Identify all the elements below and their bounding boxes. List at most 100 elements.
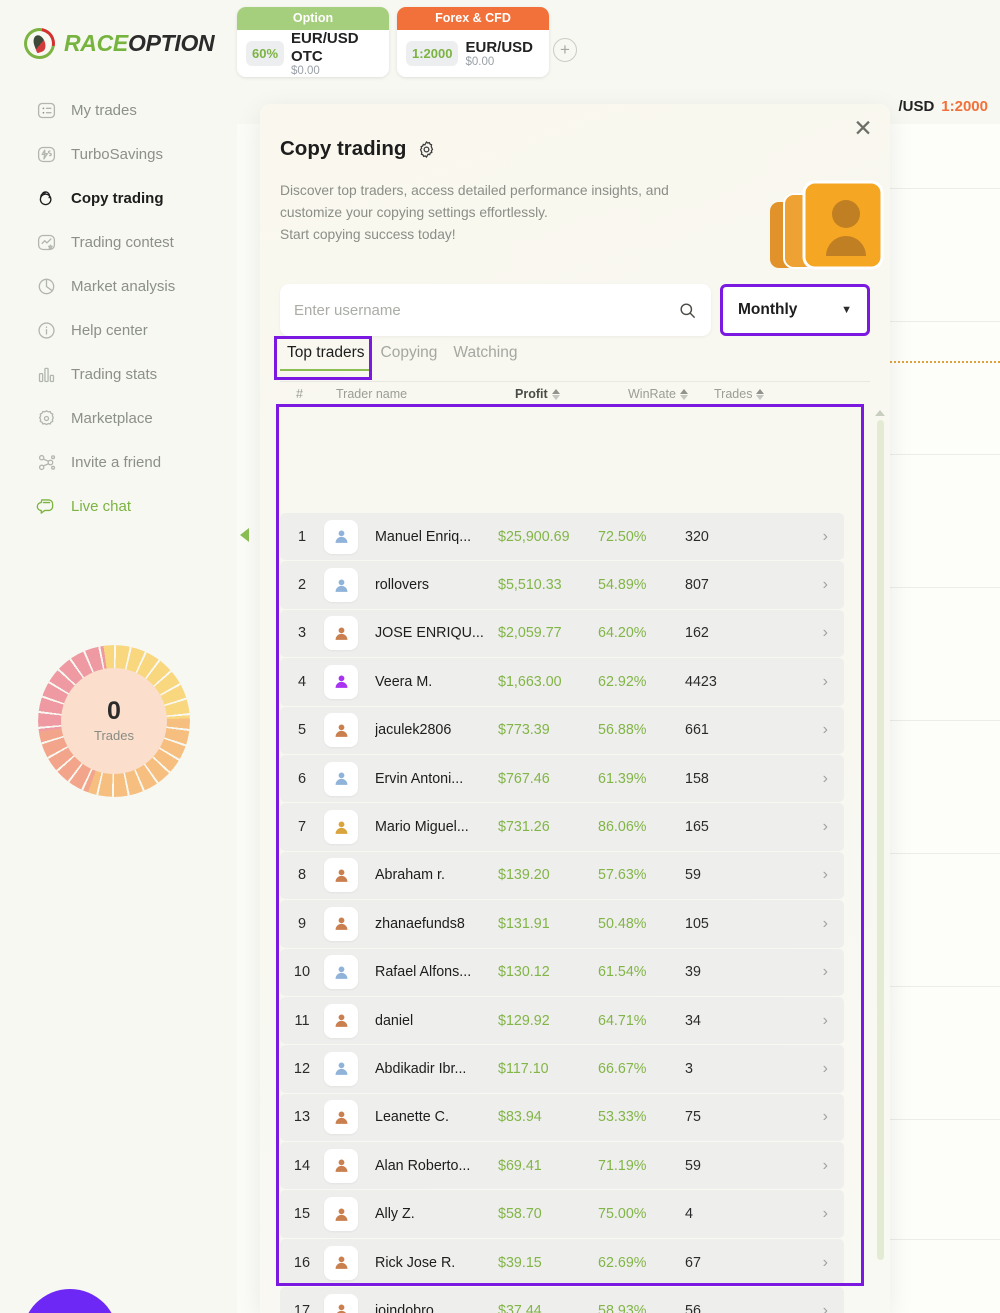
sidebar-item-turbosavings[interactable]: TurboSavings bbox=[0, 132, 237, 176]
table-row[interactable]: 11 daniel $129.92 64.71% 34 › bbox=[280, 996, 844, 1045]
scrollbar-up-arrow[interactable] bbox=[875, 410, 885, 416]
brand-name-dark: OPTION bbox=[127, 30, 215, 56]
column-header-trades[interactable]: Trades bbox=[714, 387, 765, 401]
row-winrate: 57.63% bbox=[598, 867, 647, 884]
trades-count-value: 0 bbox=[107, 697, 121, 725]
row-winrate: 62.92% bbox=[598, 673, 647, 690]
row-rank: 10 bbox=[293, 964, 311, 981]
tab-watching[interactable]: Watching bbox=[446, 344, 524, 369]
table-row[interactable]: 13 Leanette C. $83.94 53.33% 75 › bbox=[280, 1093, 844, 1142]
sidebar-item-copy-trading[interactable]: Copy trading bbox=[0, 176, 237, 220]
asset-tab-option-caption: Option bbox=[237, 7, 389, 30]
table-row[interactable]: 14 Alan Roberto... $69.41 71.19% 59 › bbox=[280, 1142, 844, 1190]
chevron-right-icon[interactable]: › bbox=[823, 673, 828, 691]
sidebar-item-marketplace[interactable]: Marketplace bbox=[0, 396, 237, 440]
top-traders-tab-highlight bbox=[274, 336, 372, 380]
table-row[interactable]: 12 Abdikadir Ibr... $117.10 66.67% 3 › bbox=[280, 1045, 844, 1093]
chevron-right-icon[interactable]: › bbox=[823, 818, 828, 836]
row-trades: 75 bbox=[685, 1109, 701, 1126]
chevron-right-icon[interactable]: › bbox=[823, 1205, 828, 1223]
trading-contest-icon bbox=[36, 232, 57, 253]
sidebar-item-live-chat[interactable]: Live chat bbox=[0, 484, 237, 528]
period-filter-value: Monthly bbox=[738, 301, 798, 318]
row-trader-name: Rafael Alfons... bbox=[375, 964, 472, 981]
chevron-down-icon: ▼ bbox=[841, 304, 852, 316]
chevron-right-icon[interactable]: › bbox=[823, 915, 828, 933]
sidebar-item-trading-stats[interactable]: Trading stats bbox=[0, 352, 237, 396]
row-trader-name: Ervin Antoni... bbox=[375, 770, 464, 787]
sort-icon[interactable] bbox=[756, 388, 765, 400]
row-rank: 1 bbox=[297, 528, 307, 545]
row-profit: $25,900.69 bbox=[498, 528, 570, 545]
column-header-profit[interactable]: Profit bbox=[515, 387, 560, 401]
column-header-winrate[interactable]: WinRate bbox=[628, 387, 688, 401]
panel-collapse-handle[interactable] bbox=[240, 528, 249, 542]
partner-badge-icon[interactable] bbox=[22, 1289, 118, 1313]
table-row[interactable]: 2 rollovers $5,510.33 54.89% 807 › bbox=[280, 561, 844, 609]
search-input[interactable] bbox=[294, 301, 678, 319]
chevron-right-icon[interactable]: › bbox=[823, 576, 828, 594]
traders-table-scrollbar[interactable] bbox=[877, 420, 884, 1260]
row-rank: 17 bbox=[293, 1302, 311, 1313]
table-row[interactable]: 17 joindobro $37.44 58.93% 56 › bbox=[280, 1287, 844, 1313]
chevron-right-icon[interactable]: › bbox=[823, 1012, 828, 1030]
row-winrate: 62.69% bbox=[598, 1254, 647, 1271]
help-center-icon bbox=[36, 320, 57, 341]
sidebar-item-my-trades[interactable]: My trades bbox=[0, 88, 237, 132]
table-row[interactable]: 5 jaculek2806 $773.39 56.88% 661 › bbox=[280, 706, 844, 754]
tab-copying[interactable]: Copying bbox=[374, 344, 445, 369]
close-icon[interactable]: ✕ bbox=[850, 116, 876, 142]
table-row[interactable]: 3 JOSE ENRIQU... $2,059.77 64.20% 162 › bbox=[280, 609, 844, 658]
avatar bbox=[324, 858, 358, 893]
chevron-right-icon[interactable]: › bbox=[823, 770, 828, 788]
table-row[interactable]: 8 Abraham r. $139.20 57.63% 59 › bbox=[280, 851, 844, 900]
chevron-right-icon[interactable]: › bbox=[823, 1302, 828, 1313]
table-row[interactable]: 16 Rick Jose R. $39.15 62.69% 67 › bbox=[280, 1238, 844, 1287]
chevron-right-icon[interactable]: › bbox=[823, 1254, 828, 1272]
row-winrate: 75.00% bbox=[598, 1206, 647, 1223]
search-box[interactable] bbox=[280, 284, 711, 336]
sort-icon[interactable] bbox=[551, 388, 560, 400]
row-profit: $69.41 bbox=[498, 1157, 542, 1174]
table-row[interactable]: 6 Ervin Antoni... $767.46 61.39% 158 › bbox=[280, 754, 844, 803]
sidebar-item-market-analysis[interactable]: Market analysis bbox=[0, 264, 237, 308]
sidebar-item-label: Trading stats bbox=[71, 365, 158, 383]
period-filter-dropdown[interactable]: Monthly ▼ bbox=[720, 284, 870, 336]
chevron-right-icon[interactable]: › bbox=[823, 1157, 828, 1175]
row-rank: 4 bbox=[297, 673, 307, 690]
sidebar-item-invite-a-friend[interactable]: Invite a friend bbox=[0, 440, 237, 484]
sidebar-item-label: Market analysis bbox=[71, 277, 176, 295]
sidebar-item-trading-contest[interactable]: Trading contest bbox=[0, 220, 237, 264]
sort-icon[interactable] bbox=[679, 388, 688, 400]
chevron-right-icon[interactable]: › bbox=[823, 1060, 828, 1078]
table-row[interactable]: 4 Veera M. $1,663.00 62.92% 4423 › bbox=[280, 658, 844, 706]
sidebar-item-help-center[interactable]: Help center bbox=[0, 308, 237, 352]
avatar bbox=[324, 616, 358, 651]
row-profit: $1,663.00 bbox=[498, 673, 562, 690]
chevron-right-icon[interactable]: › bbox=[823, 624, 828, 642]
row-winrate: 58.93% bbox=[598, 1302, 647, 1313]
table-row[interactable]: 10 Rafael Alfons... $130.12 61.54% 39 › bbox=[280, 948, 844, 996]
asset-tab-forex[interactable]: Forex & CFD 1:2000 EUR/USD $0.00 bbox=[397, 7, 549, 77]
chevron-right-icon[interactable]: › bbox=[823, 528, 828, 546]
chevron-right-icon[interactable]: › bbox=[823, 866, 828, 884]
chevron-right-icon[interactable]: › bbox=[823, 1108, 828, 1126]
add-asset-button[interactable]: + bbox=[553, 38, 577, 62]
row-rank: 16 bbox=[293, 1254, 311, 1271]
table-row[interactable]: 7 Mario Miguel... $731.26 86.06% 165 › bbox=[280, 803, 844, 851]
avatar bbox=[324, 810, 358, 845]
table-row[interactable]: 9 zhanaefunds8 $131.91 50.48% 105 › bbox=[280, 900, 844, 948]
traders-table[interactable]: 1 Manuel Enriq... $25,900.69 72.50% 320 › 2 rol… bbox=[280, 513, 844, 1313]
trading-stats-icon bbox=[36, 364, 57, 385]
avatar bbox=[324, 906, 358, 941]
search-and-filter-row: Monthly ▼ bbox=[280, 284, 870, 336]
search-icon[interactable] bbox=[678, 301, 697, 320]
table-row[interactable]: 1 Manuel Enriq... $25,900.69 72.50% 320 › bbox=[280, 513, 844, 561]
asset-tab-option[interactable]: Option 60% EUR/USD OTC $0.00 bbox=[237, 7, 389, 77]
chevron-right-icon[interactable]: › bbox=[823, 721, 828, 739]
chevron-right-icon[interactable]: › bbox=[823, 963, 828, 981]
row-rank: 2 bbox=[297, 577, 307, 594]
gear-icon[interactable] bbox=[417, 140, 436, 159]
table-row[interactable]: 15 Ally Z. $58.70 75.00% 4 › bbox=[280, 1190, 844, 1238]
brand-logo[interactable]: RACEOPTION bbox=[24, 28, 215, 59]
